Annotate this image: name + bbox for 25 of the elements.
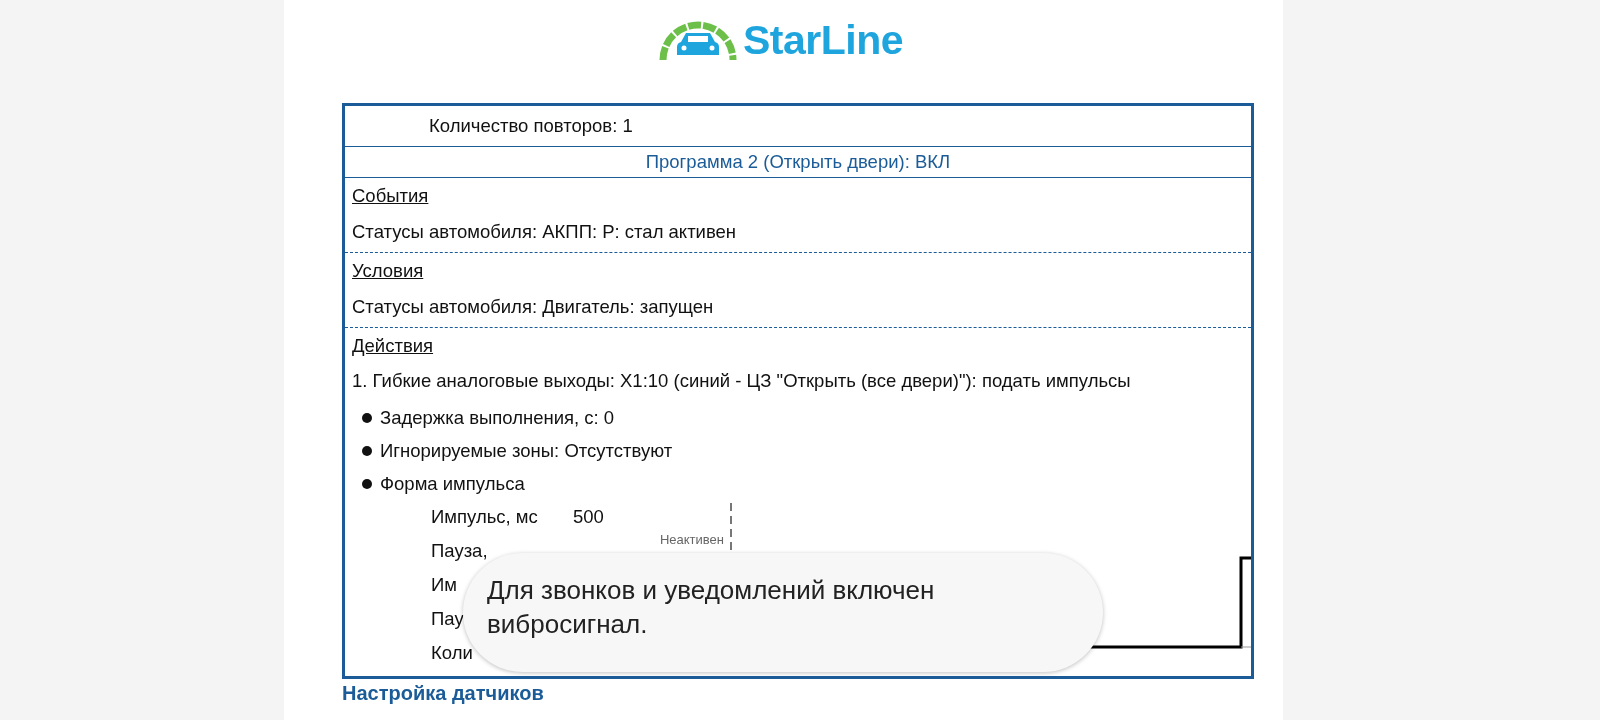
param-label: Импульс, мс xyxy=(431,505,538,530)
section-text: 1. Гибкие аналоговые выходы: X1:10 (синий - ЦЗ "Открыть (все двери)"): подать импульсы xyxy=(352,369,1131,394)
program-title: Программа 2 (Открыть двери): ВКЛ xyxy=(645,150,951,175)
bullet-text: Игнорируемые зоны: Отсутствуют xyxy=(380,438,673,463)
bullet-icon xyxy=(362,478,372,489)
section-text: Статусы автомобиля: АКПП: P: стал активен xyxy=(352,219,737,244)
section-title: Настройка датчиков xyxy=(342,681,544,706)
param-label: Коли xyxy=(431,641,473,666)
toast-text: Для звонков и уведомлений включен вибросигнал. xyxy=(487,574,936,641)
bullet-icon xyxy=(362,445,372,456)
param-value: 500 xyxy=(573,505,604,530)
section-heading: Действия xyxy=(352,333,434,358)
section-text: Статусы автомобиля: Двигатель: запущен xyxy=(352,294,714,319)
bullet-text: Задержка выполнения, с: 0 xyxy=(380,405,615,430)
state-label: Неактивен xyxy=(659,532,724,548)
param-label: Им xyxy=(431,573,457,598)
logo-text: StarLine xyxy=(742,20,903,60)
param-label: Пауза, xyxy=(431,539,488,564)
bullet-text: Форма импульса xyxy=(380,471,525,496)
section-heading: События xyxy=(352,184,429,208)
repeat-count-text: Количество повторов: 1 xyxy=(429,114,633,139)
bullet-icon xyxy=(362,412,372,423)
logo-icon xyxy=(658,20,737,60)
section-heading: Условия xyxy=(352,258,424,283)
param-label: Пау xyxy=(431,607,464,632)
